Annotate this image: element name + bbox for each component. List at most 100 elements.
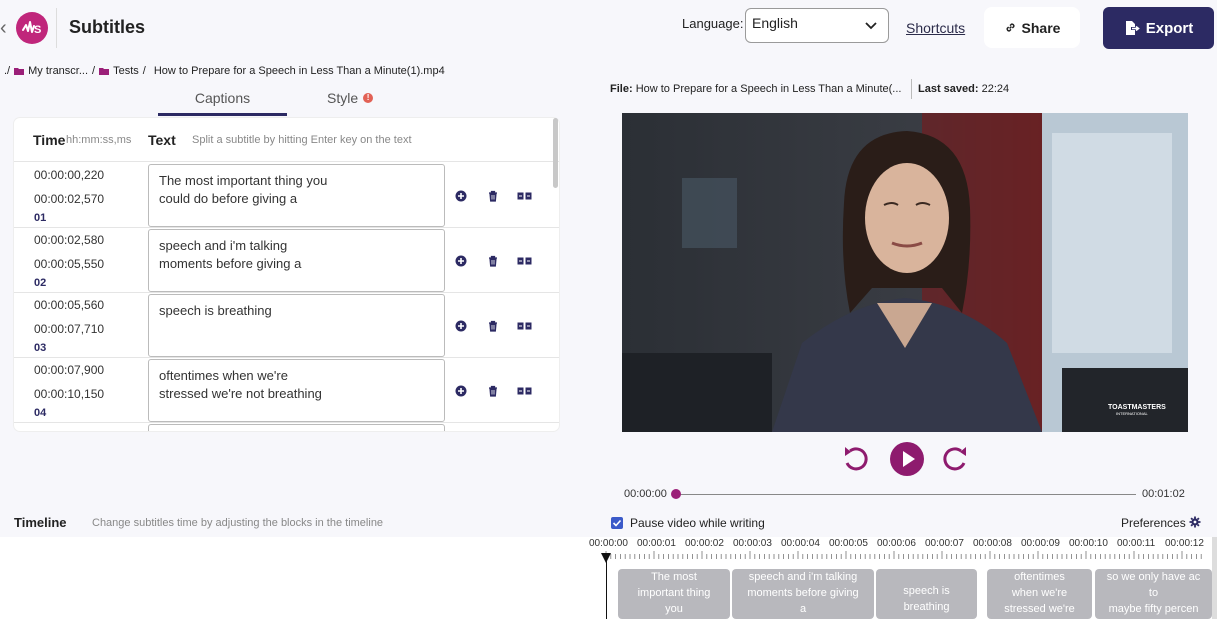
- video-watermark-sub: INTERNATIONAL: [1116, 411, 1148, 416]
- timeline-tick: 00:00:06: [877, 538, 916, 549]
- timeline-tick: 00:00:01: [637, 538, 676, 549]
- delete-caption-icon[interactable]: [487, 255, 499, 267]
- page-title: Subtitles: [69, 17, 146, 37]
- pause-video-checkbox[interactable]: [611, 517, 623, 529]
- caption-start-time[interactable]: 00:00:02,580: [34, 233, 104, 247]
- text-split-hint: Split a subtitle by hitting Enter key on…: [192, 134, 412, 146]
- play-button[interactable]: [889, 441, 925, 477]
- caption-row: 00:00:07,900 00:00:10,150 04 oftentimes …: [14, 358, 559, 423]
- folder-icon: [14, 68, 25, 75]
- playhead-marker-icon[interactable]: [601, 553, 611, 563]
- app-header: ‹ S Subtitles Language: English Shortcut…: [0, 0, 1217, 58]
- timeline-tick: 00:00:11: [1117, 538, 1156, 549]
- add-caption-icon[interactable]: [455, 385, 467, 397]
- caption-row-partial: [14, 423, 559, 431]
- back-arrow-icon[interactable]: ‹: [0, 17, 7, 40]
- add-caption-icon[interactable]: [455, 190, 467, 202]
- merge-caption-icon[interactable]: [517, 190, 532, 202]
- caption-start-time[interactable]: 00:00:00,220: [34, 168, 104, 182]
- timeline-caption-block[interactable]: so we only have ac to maybe fifty percen: [1095, 569, 1212, 619]
- app-logo-icon[interactable]: S: [16, 12, 48, 44]
- language-select[interactable]: English: [745, 8, 889, 43]
- export-file-icon: [1125, 21, 1140, 35]
- delete-caption-icon[interactable]: [487, 385, 499, 397]
- breadcrumb-file: How to Prepare for a Speech in Less Than…: [153, 65, 445, 77]
- caption-end-time[interactable]: 00:00:02,570: [34, 192, 104, 206]
- timeline-tick: 00:00:02: [685, 538, 724, 549]
- progress-track[interactable]: [672, 494, 1136, 495]
- rewind-icon[interactable]: [842, 443, 870, 475]
- last-saved-time: 22:24: [981, 83, 1010, 95]
- captions-panel: Time hh:mm:ss,ms Text Split a subtitle b…: [14, 118, 559, 431]
- duration: 00:01:02: [1142, 488, 1185, 500]
- file-info: File: How to Prepare for a Speech in Les…: [610, 83, 901, 95]
- pause-video-label[interactable]: Pause video while writing: [630, 516, 765, 530]
- caption-end-time[interactable]: 00:00:05,550: [34, 257, 104, 271]
- caption-end-time[interactable]: 00:00:10,150: [34, 387, 104, 401]
- forward-icon[interactable]: [941, 443, 969, 475]
- timeline-tick: 00:00:05: [829, 538, 868, 549]
- language-label: Language:: [682, 16, 744, 31]
- add-caption-icon[interactable]: [455, 320, 467, 332]
- text-column-header: Text: [148, 132, 176, 148]
- shortcuts-link[interactable]: Shortcuts: [906, 20, 965, 36]
- timeline-caption-block[interactable]: speech and i'm talking moments before gi…: [732, 569, 874, 619]
- caption-start-time[interactable]: 00:00:07,900: [34, 363, 104, 377]
- timeline-tick: 00:00:04: [781, 538, 820, 549]
- timeline-ruler: [605, 551, 1202, 559]
- export-label: Export: [1145, 19, 1194, 37]
- file-name: How to Prepare for a Speech in Less Than…: [635, 83, 902, 95]
- caption-number: 01: [34, 212, 47, 224]
- timeline-caption-block[interactable]: oftentimes when we're stressed we're: [987, 569, 1092, 619]
- caption-number: 03: [34, 342, 47, 354]
- captions-scrollbar[interactable]: [553, 118, 558, 188]
- breadcrumb-folder-tests[interactable]: Tests: [113, 65, 139, 77]
- caption-text-input[interactable]: The most important thing you could do be…: [148, 164, 445, 227]
- tab-style-label: Style: [327, 90, 359, 106]
- chevron-down-icon: [865, 22, 877, 30]
- caption-text-input[interactable]: speech and i'm talking moments before gi…: [148, 229, 445, 292]
- caption-start-time[interactable]: 00:00:05,560: [34, 298, 104, 312]
- caption-text-input[interactable]: speech is breathing: [148, 294, 445, 357]
- checkmark-icon: [612, 519, 622, 527]
- breadcrumb-separator: /: [142, 65, 146, 77]
- timeline-scrollbar[interactable]: [1212, 537, 1217, 619]
- breadcrumb-folder-transcripts[interactable]: My transcr...: [28, 65, 88, 77]
- timeline-hint: Change subtitles time by adjusting the b…: [92, 517, 384, 529]
- timeline-caption-block[interactable]: The most important thing you: [618, 569, 730, 619]
- file-label: File:: [610, 83, 633, 95]
- breadcrumb-separator: /: [92, 65, 96, 77]
- video-watermark: TOASTMASTERS: [1108, 404, 1166, 411]
- language-value: English: [752, 15, 798, 31]
- header-divider: [56, 8, 57, 48]
- caption-text-input[interactable]: oftentimes when we're stressed we're not…: [148, 359, 445, 422]
- gear-icon[interactable]: [1189, 516, 1201, 528]
- timeline-tick: 00:00:00: [589, 538, 628, 549]
- time-format-hint: hh:mm:ss,ms: [66, 134, 132, 146]
- add-caption-icon[interactable]: [455, 255, 467, 267]
- breadcrumb: ./ My transcr... / Tests / How to Prepar…: [4, 65, 449, 77]
- share-button[interactable]: Share: [984, 7, 1080, 48]
- file-info-divider: [911, 79, 912, 99]
- video-player[interactable]: TOASTMASTERS INTERNATIONAL: [622, 113, 1188, 432]
- merge-caption-icon[interactable]: [517, 320, 532, 332]
- breadcrumb-root[interactable]: ./: [4, 65, 10, 77]
- delete-caption-icon[interactable]: [487, 190, 499, 202]
- caption-row: 00:00:02,580 00:00:05,550 02 speech and …: [14, 228, 559, 293]
- timeline-caption-block[interactable]: speech is breathing: [876, 569, 977, 619]
- tab-style[interactable]: Style !: [327, 90, 374, 106]
- progress-handle[interactable]: [671, 489, 681, 499]
- tab-captions[interactable]: Captions: [158, 82, 287, 116]
- caption-end-time[interactable]: 00:00:07,710: [34, 322, 104, 336]
- caption-row: 00:00:00,220 00:00:02,570 01 The most im…: [14, 163, 559, 228]
- timeline-tick: 00:00:03: [733, 538, 772, 549]
- merge-caption-icon[interactable]: [517, 255, 532, 267]
- delete-caption-icon[interactable]: [487, 320, 499, 332]
- preferences-button[interactable]: Preferences: [1121, 516, 1186, 530]
- caption-text-input[interactable]: [148, 424, 445, 431]
- video-frame: TOASTMASTERS INTERNATIONAL: [622, 113, 1188, 432]
- merge-caption-icon[interactable]: [517, 385, 532, 397]
- timeline-title: Timeline: [14, 515, 67, 530]
- export-button[interactable]: Export: [1103, 7, 1214, 49]
- timeline-tick: 00:00:10: [1069, 538, 1108, 549]
